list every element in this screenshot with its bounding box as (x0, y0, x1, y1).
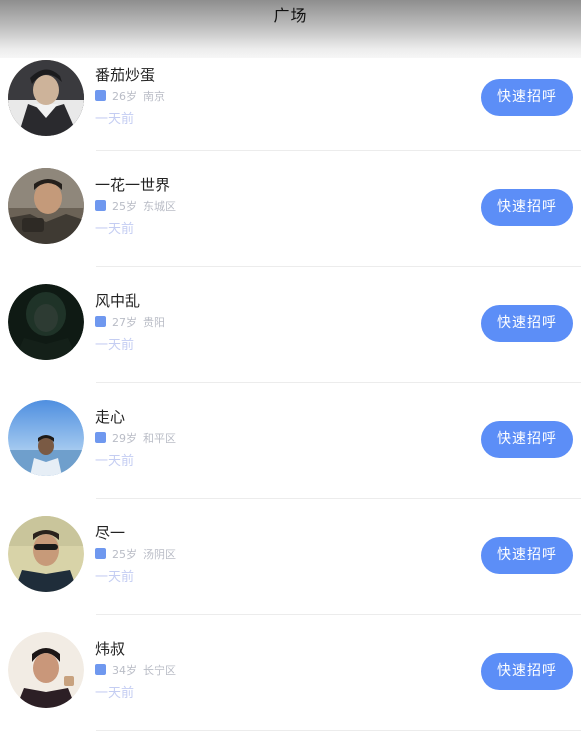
user-age: 25岁 (112, 548, 137, 561)
avatar-image (8, 60, 84, 136)
page-title: 广场 (273, 6, 308, 25)
post-time: 一天前 (95, 222, 135, 237)
quick-greet-button[interactable]: 快速招呼 (481, 537, 573, 574)
user-location: 贵阳 (143, 316, 165, 329)
avatar[interactable] (8, 516, 84, 592)
user-info: 一花一世界 25岁 东城区 一天前 (95, 175, 176, 239)
list-item[interactable]: 风中乱 27岁 贵阳 一天前 快速招呼 (0, 267, 581, 383)
user-location: 汤阴区 (143, 548, 176, 561)
user-age: 25岁 (112, 200, 137, 213)
male-icon (95, 548, 106, 559)
list-item[interactable]: 番茄炒蛋 26岁 南京 一天前 快速招呼 (0, 58, 581, 151)
user-location: 和平区 (143, 432, 176, 445)
male-icon (95, 90, 106, 101)
user-location: 东城区 (143, 200, 176, 213)
post-time: 一天前 (95, 454, 135, 469)
user-name: 炜叔 (95, 640, 126, 658)
user-info: 尽一 25岁 汤阴区 一天前 (95, 523, 176, 587)
top-bar: 广场 (0, 0, 581, 58)
divider (96, 730, 581, 731)
post-time: 一天前 (95, 686, 135, 701)
avatar[interactable] (8, 60, 84, 136)
user-info: 风中乱 27岁 贵阳 一天前 (95, 291, 165, 355)
avatar-image (8, 168, 84, 244)
male-icon (95, 316, 106, 327)
list-item[interactable]: 走心 29岁 和平区 一天前 快速招呼 (0, 383, 581, 499)
user-location: 南京 (143, 90, 165, 103)
list-item[interactable]: 尽一 25岁 汤阴区 一天前 快速招呼 (0, 499, 581, 615)
user-info: 炜叔 34岁 长宁区 一天前 (95, 639, 176, 703)
quick-greet-button[interactable]: 快速招呼 (481, 189, 573, 226)
avatar-image (8, 516, 84, 592)
list-item[interactable]: 炜叔 34岁 长宁区 一天前 快速招呼 (0, 615, 581, 731)
user-name: 番茄炒蛋 (95, 66, 156, 84)
post-time: 一天前 (95, 338, 135, 353)
post-time: 一天前 (95, 570, 135, 585)
user-meta: 25岁 东城区 (95, 199, 176, 215)
avatar-image (8, 632, 84, 708)
user-meta: 26岁 南京 (95, 89, 165, 105)
user-name: 一花一世界 (95, 176, 171, 194)
avatar[interactable] (8, 284, 84, 360)
user-meta: 29岁 和平区 (95, 431, 176, 447)
user-name: 走心 (95, 408, 126, 426)
avatar[interactable] (8, 168, 84, 244)
post-time: 一天前 (95, 112, 135, 127)
male-icon (95, 200, 106, 211)
user-age: 29岁 (112, 432, 137, 445)
avatar[interactable] (8, 632, 84, 708)
user-location: 长宁区 (143, 664, 176, 677)
quick-greet-button[interactable]: 快速招呼 (481, 305, 573, 342)
user-name: 尽一 (95, 524, 126, 542)
avatar-image (8, 284, 84, 360)
user-age: 27岁 (112, 316, 137, 329)
quick-greet-button[interactable]: 快速招呼 (481, 79, 573, 116)
user-meta: 27岁 贵阳 (95, 315, 165, 331)
user-age: 26岁 (112, 90, 137, 103)
user-name: 风中乱 (95, 292, 141, 310)
male-icon (95, 432, 106, 443)
male-icon (95, 664, 106, 675)
user-age: 34岁 (112, 664, 137, 677)
user-info: 走心 29岁 和平区 一天前 (95, 407, 176, 471)
user-meta: 25岁 汤阴区 (95, 547, 176, 563)
user-meta: 34岁 长宁区 (95, 663, 176, 679)
list-item[interactable]: 一花一世界 25岁 东城区 一天前 快速招呼 (0, 151, 581, 267)
quick-greet-button[interactable]: 快速招呼 (481, 653, 573, 690)
avatar[interactable] (8, 400, 84, 476)
user-list: 番茄炒蛋 26岁 南京 一天前 快速招呼 一花一世界 25岁 东城区 一天前 快… (0, 58, 581, 731)
quick-greet-button[interactable]: 快速招呼 (481, 421, 573, 458)
user-info: 番茄炒蛋 26岁 南京 一天前 (95, 65, 165, 129)
avatar-image (8, 400, 84, 476)
